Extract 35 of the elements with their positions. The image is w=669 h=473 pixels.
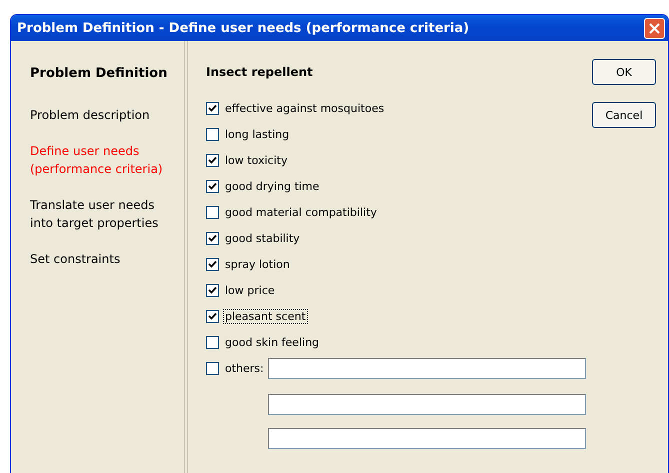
checkbox[interactable]: [206, 206, 219, 218]
close-icon: [649, 22, 660, 34]
close-button[interactable]: [644, 18, 665, 38]
checkbox-label[interactable]: pleasant scent: [224, 310, 307, 322]
input-field[interactable]: [268, 358, 586, 378]
checkbox-label[interactable]: low price: [224, 284, 276, 296]
ok-button[interactable]: OK: [592, 59, 656, 85]
checkbox[interactable]: [206, 310, 219, 322]
input-field[interactable]: [268, 428, 586, 449]
cancel-button[interactable]: Cancel: [592, 102, 656, 128]
checkbox-label[interactable]: good skin feeling: [224, 336, 320, 348]
checkbox[interactable]: [206, 232, 219, 244]
checkbox[interactable]: [206, 284, 219, 296]
sidebar-item[interactable]: Translate user needs into target properties: [30, 196, 180, 232]
checkbox[interactable]: [206, 362, 219, 374]
checkbox-label[interactable]: good material compatibility: [224, 206, 378, 218]
checkbox[interactable]: [206, 102, 219, 114]
sidebar-item[interactable]: Problem description: [30, 106, 180, 124]
sidebar-heading: Problem Definition: [30, 66, 168, 81]
checkbox[interactable]: [206, 154, 219, 166]
checkbox-label[interactable]: good drying time: [224, 180, 320, 192]
checkbox-label[interactable]: long lasting: [224, 128, 290, 140]
checkbox-label[interactable]: low toxicity: [224, 154, 288, 166]
product-name: Insect repellent: [206, 65, 314, 79]
checkbox[interactable]: [206, 128, 219, 140]
checkbox-label[interactable]: spray lotion: [224, 258, 291, 270]
window-title: Problem Definition - Define user needs (performance criteria): [17, 20, 470, 36]
checkbox[interactable]: [206, 258, 219, 270]
checkbox-label[interactable]: effective against mosquitoes: [224, 102, 386, 114]
checkbox-label[interactable]: good stability: [224, 232, 301, 244]
checkbox-label[interactable]: others:: [224, 362, 265, 374]
sidebar-item[interactable]: Set constraints: [30, 250, 180, 268]
checkbox[interactable]: [206, 180, 219, 192]
checkbox[interactable]: [206, 336, 219, 348]
input-field[interactable]: [268, 394, 586, 415]
